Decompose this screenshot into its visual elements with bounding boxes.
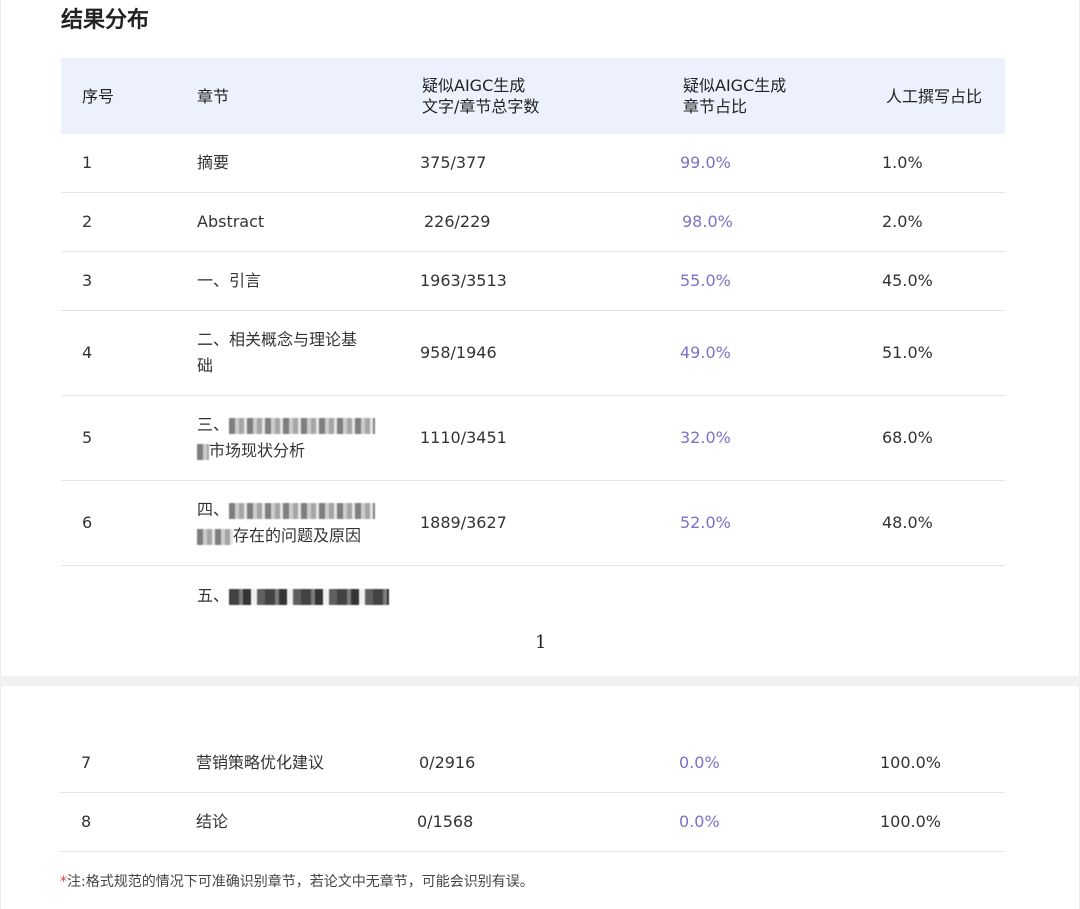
row-chapter: 结论	[196, 812, 229, 831]
row-chapter: 二、相关概念与理论基 础	[197, 327, 397, 379]
footnote-star: *	[60, 874, 67, 890]
header-chapter: 章节	[197, 87, 230, 106]
table-row: 五、	[61, 566, 1005, 626]
page-gap	[0, 676, 1080, 686]
row-human-ratio: 48.0%	[882, 513, 933, 532]
row-ai-chars: 1110/3451	[420, 428, 507, 447]
table-row: 7 营销策略优化建议 0/2916 0.0% 100.0%	[60, 734, 1004, 793]
header-ai-ratio-line2: 章节占比	[683, 97, 748, 116]
row-no: 2	[82, 212, 93, 231]
row-chapter: 三、 市场现状分析	[197, 412, 397, 464]
row-ai-chars: 226/229	[424, 212, 491, 231]
section-title: 结果分布	[61, 8, 150, 33]
footnote: *注:格式规范的情况下可准确识别章节，若论文中无章节，可能会识别有误。	[60, 871, 534, 891]
row-chapter-line1: 二、相关概念与理论基	[197, 330, 358, 349]
table-row: 2 Abstract 226/229 98.0% 2.0%	[61, 193, 1005, 252]
redacted-text	[197, 443, 209, 460]
row-chapter-line2: 础	[197, 356, 214, 375]
row-chapter: 五、	[197, 583, 397, 609]
row-chapter-line1: 三、	[197, 412, 397, 438]
row-ai-ratio: 55.0%	[680, 271, 731, 290]
row-human-ratio: 68.0%	[882, 428, 933, 447]
row-chapter-line1: 四、	[197, 497, 397, 523]
redacted-text	[229, 417, 376, 434]
table-row: 1 摘要 375/377 99.0% 1.0%	[61, 134, 1005, 193]
row-chapter-prefix: 四、	[197, 500, 230, 519]
row-human-ratio: 1.0%	[882, 153, 923, 172]
row-chapter-prefix: 五、	[197, 586, 230, 605]
table-row: 5 三、 市场现状分析 1110/3451 32.0% 68.0%	[61, 396, 1005, 481]
report-page-top: 结果分布 序号 章节 疑似AIGC生成 文字/章节总字数 疑似AIGC生成 章节…	[0, 0, 1080, 676]
row-chapter: 一、引言	[197, 271, 262, 290]
footnote-text: 注:格式规范的情况下可准确识别章节，若论文中无章节，可能会识别有误。	[67, 874, 534, 890]
table-row: 8 结论 0/1568 0.0% 100.0%	[60, 793, 1004, 852]
row-ai-ratio: 32.0%	[680, 428, 731, 447]
row-chapter-line2: 市场现状分析	[197, 438, 397, 464]
row-no: 1	[82, 153, 93, 172]
header-ai-chars: 疑似AIGC生成 文字/章节总字数	[422, 75, 539, 117]
row-no: 7	[81, 753, 92, 772]
row-ai-chars: 958/1946	[420, 343, 497, 362]
row-ai-chars: 375/377	[420, 153, 487, 172]
row-no: 3	[82, 271, 93, 290]
row-no: 4	[82, 343, 93, 362]
row-no: 5	[82, 428, 93, 447]
row-chapter-suffix: 市场现状分析	[209, 441, 306, 460]
redacted-text	[197, 528, 233, 545]
row-ai-chars: 0/1568	[417, 812, 474, 831]
header-ai-chars-line2: 文字/章节总字数	[422, 97, 540, 116]
row-chapter: 四、 存在的问题及原因	[197, 497, 397, 549]
row-no: 8	[81, 812, 92, 831]
row-ai-ratio: 0.0%	[679, 753, 720, 772]
table-row: 4 二、相关概念与理论基 础 958/1946 49.0% 51.0%	[61, 311, 1005, 396]
row-ai-chars: 1963/3513	[420, 271, 507, 290]
row-chapter: Abstract	[197, 212, 265, 231]
row-ai-ratio: 0.0%	[679, 812, 720, 831]
table-row: 6 四、 存在的问题及原因 1889/3627 52.0% 48.0%	[61, 481, 1005, 566]
row-human-ratio: 51.0%	[882, 343, 933, 362]
header-human-ratio: 人工撰写占比	[886, 87, 983, 106]
row-ai-ratio: 49.0%	[680, 343, 731, 362]
header-ai-chars-line1: 疑似AIGC生成	[422, 76, 526, 95]
row-ai-chars: 1889/3627	[420, 513, 507, 532]
row-ai-ratio: 98.0%	[682, 212, 733, 231]
row-human-ratio: 2.0%	[882, 212, 923, 231]
table-row: 3 一、引言 1963/3513 55.0% 45.0%	[61, 252, 1005, 311]
header-ai-ratio-line1: 疑似AIGC生成	[683, 76, 787, 95]
row-chapter-prefix: 三、	[197, 415, 230, 434]
table-header: 序号 章节 疑似AIGC生成 文字/章节总字数 疑似AIGC生成 章节占比 人工…	[61, 58, 1005, 134]
row-human-ratio: 100.0%	[880, 812, 942, 831]
row-chapter-suffix: 存在的问题及原因	[233, 526, 362, 545]
header-no: 序号	[82, 87, 115, 106]
row-ai-ratio: 99.0%	[680, 153, 731, 172]
page-number: 1	[535, 632, 547, 653]
row-ai-chars: 0/2916	[419, 753, 476, 772]
redacted-text	[229, 588, 390, 605]
header-ai-ratio: 疑似AIGC生成 章节占比	[683, 75, 786, 117]
row-human-ratio: 45.0%	[882, 271, 933, 290]
row-no: 6	[82, 513, 93, 532]
row-ai-ratio: 52.0%	[680, 513, 731, 532]
redacted-text	[229, 502, 376, 519]
row-chapter: 摘要	[197, 153, 230, 172]
row-chapter: 营销策略优化建议	[196, 753, 325, 772]
row-chapter-line2: 存在的问题及原因	[197, 523, 397, 549]
row-human-ratio: 100.0%	[880, 753, 942, 772]
